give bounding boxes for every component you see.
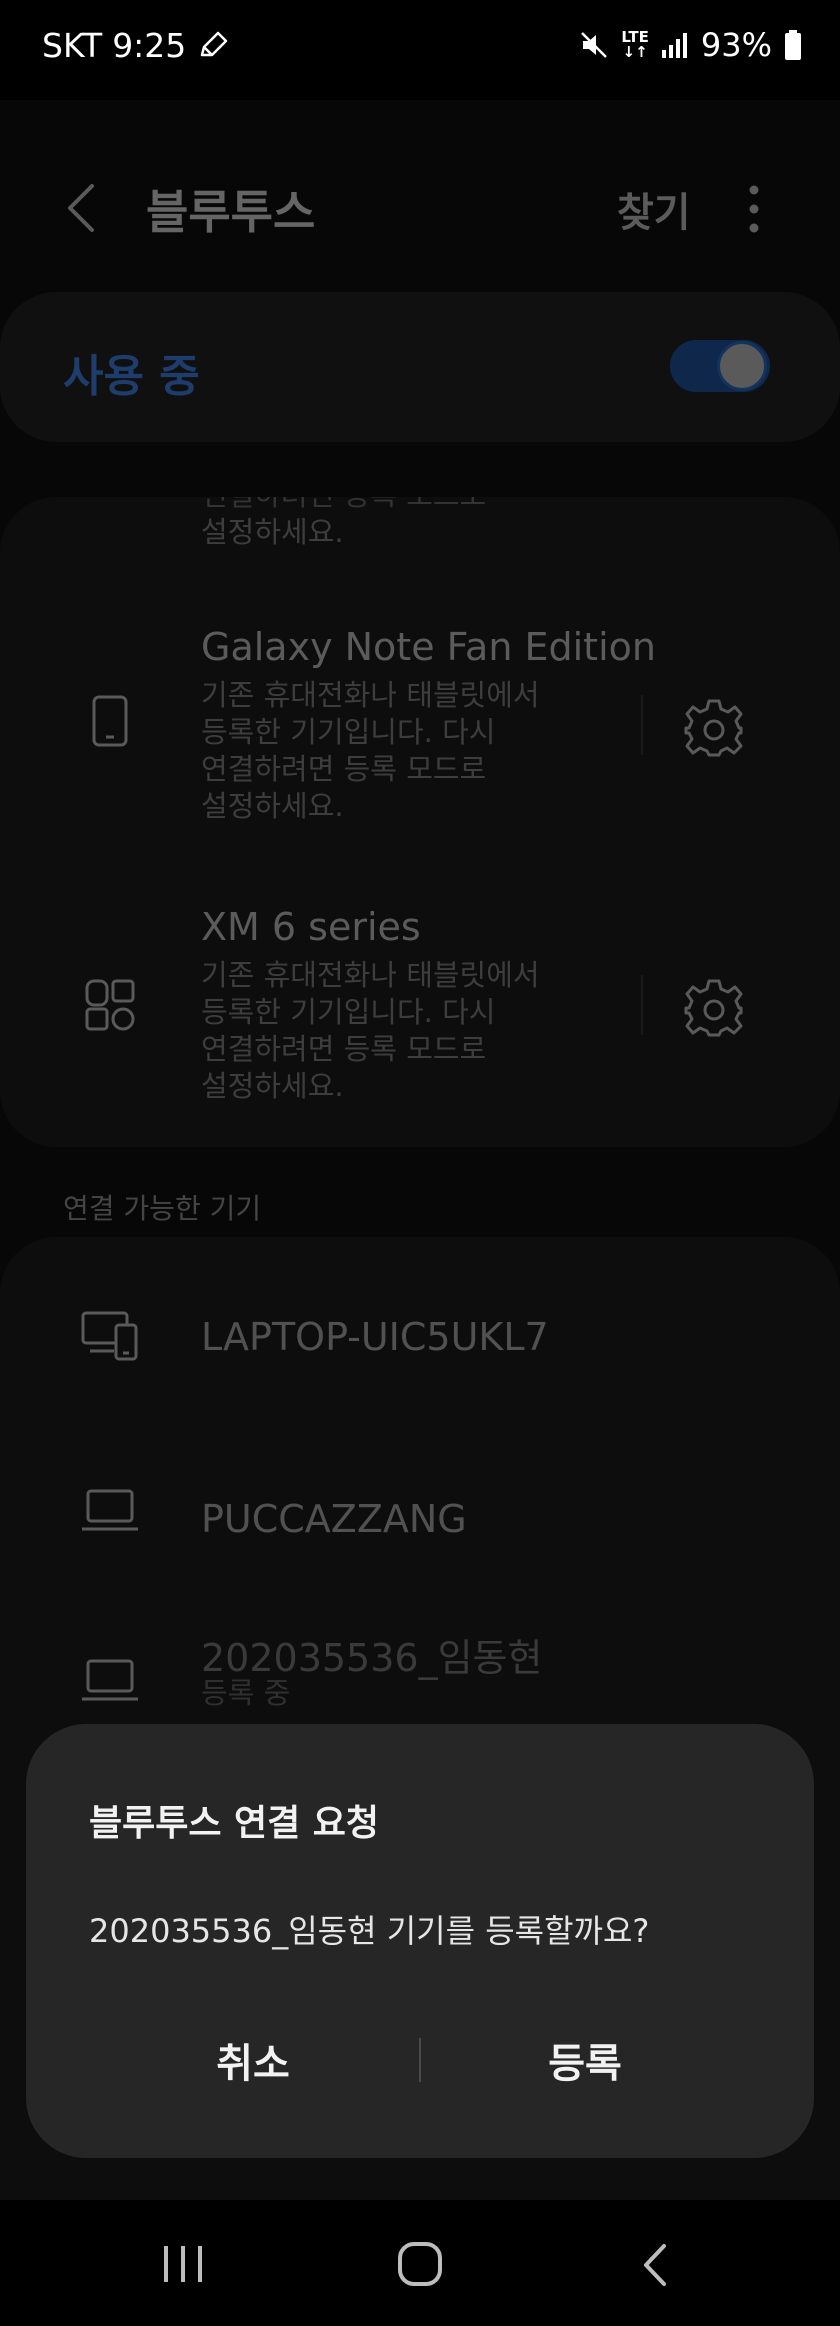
pencil-icon (201, 31, 228, 56)
register-button[interactable]: 등록 (420, 2020, 750, 2100)
navigation-bar (0, 2200, 840, 2326)
status-bar: SKT 9:25 LTE ↓↑ 93% (0, 0, 840, 100)
dialog-message: 202035536_임동현 기기를 등록할까요? (89, 1912, 650, 1950)
status-right: LTE ↓↑ 93% (579, 26, 802, 64)
home-icon[interactable] (397, 2240, 443, 2288)
battery-percent: 93% (700, 26, 772, 64)
data-arrows: ↓↑ (622, 43, 648, 61)
signal-icon (661, 33, 687, 58)
lte-indicator: LTE ↓↑ (621, 30, 649, 60)
clock: 9:25 (112, 26, 187, 65)
battery-icon (785, 30, 801, 60)
mute-icon (581, 32, 608, 58)
status-left: SKT 9:25 (42, 26, 230, 65)
recent-apps-icon[interactable] (160, 2242, 206, 2286)
back-nav-icon[interactable] (640, 2242, 670, 2288)
dialog-title: 블루투스 연결 요청 (89, 1803, 380, 1844)
carrier-label: SKT (42, 26, 103, 65)
cancel-button[interactable]: 취소 (88, 2020, 418, 2100)
